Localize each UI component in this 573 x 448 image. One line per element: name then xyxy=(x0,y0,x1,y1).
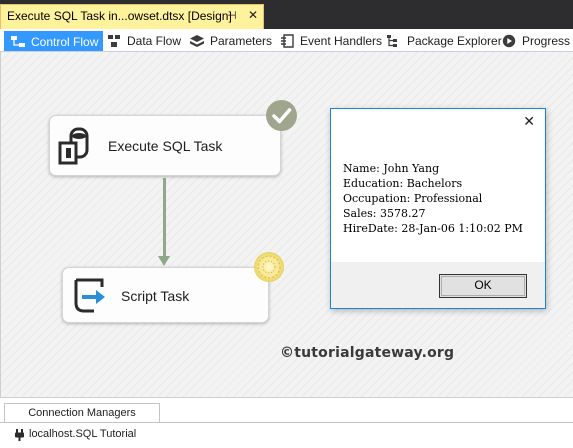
tab-event-handlers[interactable]: Event Handlers xyxy=(274,31,386,51)
success-check-icon xyxy=(266,100,297,131)
message-box-text: Name: John Yang Education: Bachelors Occ… xyxy=(343,161,523,236)
data-flow-icon xyxy=(108,35,120,47)
message-line-sales: Sales: 3578.27 xyxy=(343,207,426,220)
package-explorer-icon xyxy=(387,35,397,47)
message-box-dialog: ✕ Name: John Yang Education: Bachelors O… xyxy=(330,108,546,309)
pin-icon[interactable]: ⊣ xyxy=(227,9,237,22)
document-tab-strip: Execute SQL Task in...owset.dtsx [Design… xyxy=(0,0,573,29)
close-tab-icon[interactable]: ✕ xyxy=(248,8,258,22)
document-tab[interactable]: Execute SQL Task in...owset.dtsx [Design… xyxy=(0,4,264,29)
execute-sql-task-label: Execute SQL Task xyxy=(108,138,223,154)
script-task-label: Script Task xyxy=(121,288,190,304)
close-icon[interactable]: ✕ xyxy=(523,113,535,130)
control-flow-icon xyxy=(11,36,25,47)
tab-parameters[interactable]: Parameters xyxy=(184,31,276,51)
watermark: ©tutorialgateway.org xyxy=(280,345,455,361)
event-handlers-icon xyxy=(281,34,294,48)
tab-parameters-label: Parameters xyxy=(210,34,273,48)
message-line-education: Education: Bachelors xyxy=(343,177,463,190)
execute-sql-task[interactable]: Execute SQL Task xyxy=(49,115,281,176)
script-task-icon xyxy=(74,278,105,313)
running-status-icon xyxy=(254,252,284,282)
message-box-footer: OK xyxy=(331,262,545,308)
tab-control-flow-label: Control Flow xyxy=(31,35,99,49)
connection-manager-item[interactable]: localhost.SQL Tutorial xyxy=(15,428,137,441)
tab-package-explorer[interactable]: Package Explorer xyxy=(381,31,506,51)
tab-control-flow[interactable]: Control Flow xyxy=(4,31,104,51)
ok-button[interactable]: OK xyxy=(439,274,527,298)
tab-event-handlers-label: Event Handlers xyxy=(300,34,383,48)
connection-managers-pane: Connection Managers localhost.SQL Tutori… xyxy=(0,397,573,448)
connection-plug-icon xyxy=(15,429,24,441)
precedence-constraint[interactable] xyxy=(163,178,166,260)
parameters-icon xyxy=(190,35,204,47)
connection-manager-label: localhost.SQL Tutorial xyxy=(29,428,137,440)
script-task[interactable]: Script Task xyxy=(62,267,269,323)
tab-progress[interactable]: Progress xyxy=(496,31,573,51)
tab-connection-managers[interactable]: Connection Managers xyxy=(4,403,160,422)
precedence-constraint-arrowhead xyxy=(158,256,170,266)
progress-icon xyxy=(502,34,516,48)
message-line-occupation: Occupation: Professional xyxy=(343,192,483,205)
designer-tab-bar: Control Flow Data Flow Parameters Event … xyxy=(0,29,573,52)
tab-data-flow-label: Data Flow xyxy=(127,34,182,48)
tab-data-flow[interactable]: Data Flow xyxy=(101,31,185,51)
document-tab-title: Execute SQL Task in...owset.dtsx [Design… xyxy=(7,9,232,23)
divider xyxy=(0,422,573,423)
message-line-name: Name: John Yang xyxy=(343,162,440,175)
message-line-hiredate: HireDate: 28-Jan-06 1:10:02 PM xyxy=(343,222,523,235)
tab-package-explorer-label: Package Explorer xyxy=(407,34,502,48)
tab-progress-label: Progress xyxy=(522,34,571,48)
execute-sql-task-icon xyxy=(58,127,89,165)
